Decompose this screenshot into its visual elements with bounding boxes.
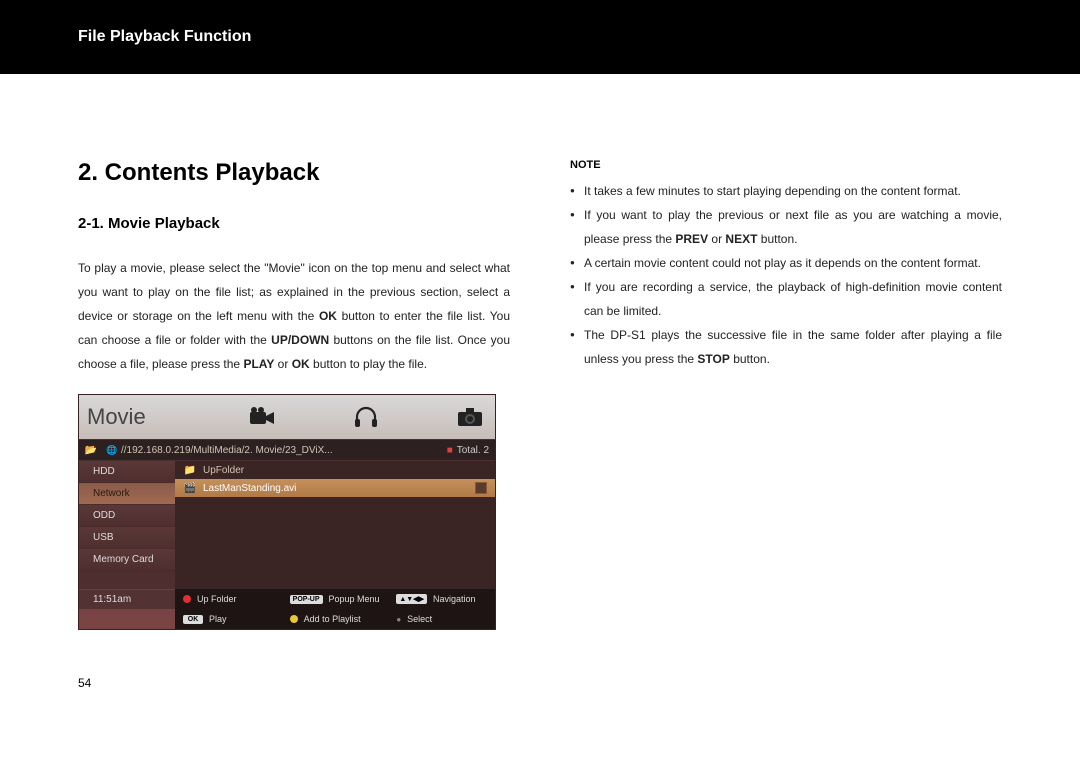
device-clock: 11:51am — [79, 589, 175, 609]
text-bold: UP/DOWN — [271, 333, 329, 347]
device-file-area: 📁 UpFolder 🎬 LastManStanding.avi — [175, 461, 495, 609]
hint-navigation: ▲▼◀▶ Navigation — [388, 589, 495, 609]
note-label: NOTE — [570, 159, 1002, 171]
device-path: //192.168.0.219/MultiMedia/2. Movie/23_D… — [121, 445, 447, 456]
hint-label: Popup Menu — [329, 594, 380, 604]
side-item-network: Network — [79, 483, 175, 505]
device-path-bar: 📂 🌐 //192.168.0.219/MultiMedia/2. Movie/… — [79, 439, 495, 461]
file-label: LastManStanding.avi — [203, 483, 296, 494]
device-hint-bar: Up Folder POP-UP Popup Menu ▲▼◀▶ Navigatio… — [175, 589, 495, 629]
up-folder-icon: 📁 — [183, 465, 197, 476]
left-column: 2. Contents Playback 2-1. Movie Playback… — [78, 159, 510, 630]
hint-up-folder: Up Folder — [175, 589, 282, 609]
nav-key-icon: ▲▼◀▶ — [396, 594, 427, 604]
text-bold: OK — [292, 357, 310, 371]
note-list: It takes a few minutes to start playing … — [570, 179, 1002, 371]
movie-camera-icon — [246, 402, 280, 432]
section-heading: 2. Contents Playback — [78, 159, 510, 187]
file-row-selected: 🎬 LastManStanding.avi — [175, 479, 495, 497]
headphones-icon — [349, 402, 383, 432]
hint-label: Navigation — [433, 594, 476, 604]
checkbox-icon — [475, 482, 487, 494]
hint-popup-menu: POP-UP Popup Menu — [282, 589, 389, 609]
hint-add-playlist: Add to Playlist — [282, 609, 389, 629]
side-item-hdd: HDD — [79, 461, 175, 483]
device-top-bar: Movie — [79, 395, 495, 439]
page-header: File Playback Function — [0, 0, 1080, 74]
text-bold: PLAY — [243, 357, 274, 371]
hint-label: Select — [407, 614, 432, 624]
text: or — [708, 232, 725, 246]
bullet-icon: ● — [396, 615, 401, 624]
text: It takes a few minutes to start playing … — [584, 184, 961, 198]
device-side-menu: HDD Network ODD USB Memory Card 11:51am — [79, 461, 175, 609]
header-title: File Playback Function — [78, 28, 251, 46]
text: The DP-S1 plays the successive file in t… — [584, 328, 1002, 366]
text: A certain movie content could not play a… — [584, 256, 981, 270]
text: button. — [757, 232, 797, 246]
hint-label: Up Folder — [197, 594, 237, 604]
folder-open-icon: 📂 — [79, 445, 103, 456]
text-bold: NEXT — [725, 232, 757, 246]
side-item-memory-card: Memory Card — [79, 549, 175, 571]
text-bold: STOP — [697, 352, 729, 366]
note-item: If you are recording a service, the play… — [570, 275, 1002, 323]
side-item-usb: USB — [79, 527, 175, 549]
intro-paragraph: To play a movie, please select the "Movi… — [78, 256, 510, 376]
manual-page: File Playback Function 2. Contents Playb… — [0, 0, 1080, 760]
note-item: The DP-S1 plays the successive file in t… — [570, 323, 1002, 371]
note-item: If you want to play the previous or next… — [570, 203, 1002, 251]
device-brand: Movie — [87, 404, 146, 430]
hint-label: Add to Playlist — [304, 614, 361, 624]
globe-icon: 🌐 — [103, 445, 121, 456]
total-label: Total. — [457, 445, 481, 456]
device-body: HDD Network ODD USB Memory Card 11:51am … — [79, 461, 495, 609]
text: If you are recording a service, the play… — [584, 280, 1002, 318]
movie-file-icon: 🎬 — [183, 483, 197, 494]
text: or — [274, 357, 291, 371]
subsection-heading: 2-1. Movie Playback — [78, 215, 510, 232]
hint-select: ● Select — [388, 609, 495, 629]
device-total: ■Total. 2 — [447, 445, 489, 456]
text-bold: OK — [319, 309, 337, 323]
text: button to play the file. — [310, 357, 427, 371]
side-spacer — [79, 571, 175, 589]
page-number: 54 — [78, 676, 91, 690]
file-label: UpFolder — [203, 465, 244, 476]
ok-key-icon: OK — [183, 615, 203, 624]
right-column: NOTE It takes a few minutes to start pla… — [570, 159, 1002, 630]
yellow-dot-icon — [290, 615, 298, 623]
text: button. — [730, 352, 770, 366]
device-screenshot: Movie 📂 🌐 //192.168.0.219/MultiMedia/2. … — [78, 394, 496, 630]
side-item-odd: ODD — [79, 505, 175, 527]
hint-label: Play — [209, 614, 227, 624]
hint-play: OK Play — [175, 609, 282, 629]
content-columns: 2. Contents Playback 2-1. Movie Playback… — [0, 74, 1080, 630]
red-dot-icon — [183, 595, 191, 603]
note-item: It takes a few minutes to start playing … — [570, 179, 1002, 203]
total-count: 2 — [483, 445, 489, 456]
note-item: A certain movie content could not play a… — [570, 251, 1002, 275]
popup-key-icon: POP-UP — [290, 595, 323, 604]
photo-camera-icon — [453, 402, 487, 432]
file-row-upfolder: 📁 UpFolder — [175, 461, 495, 479]
text-bold: PREV — [675, 232, 708, 246]
